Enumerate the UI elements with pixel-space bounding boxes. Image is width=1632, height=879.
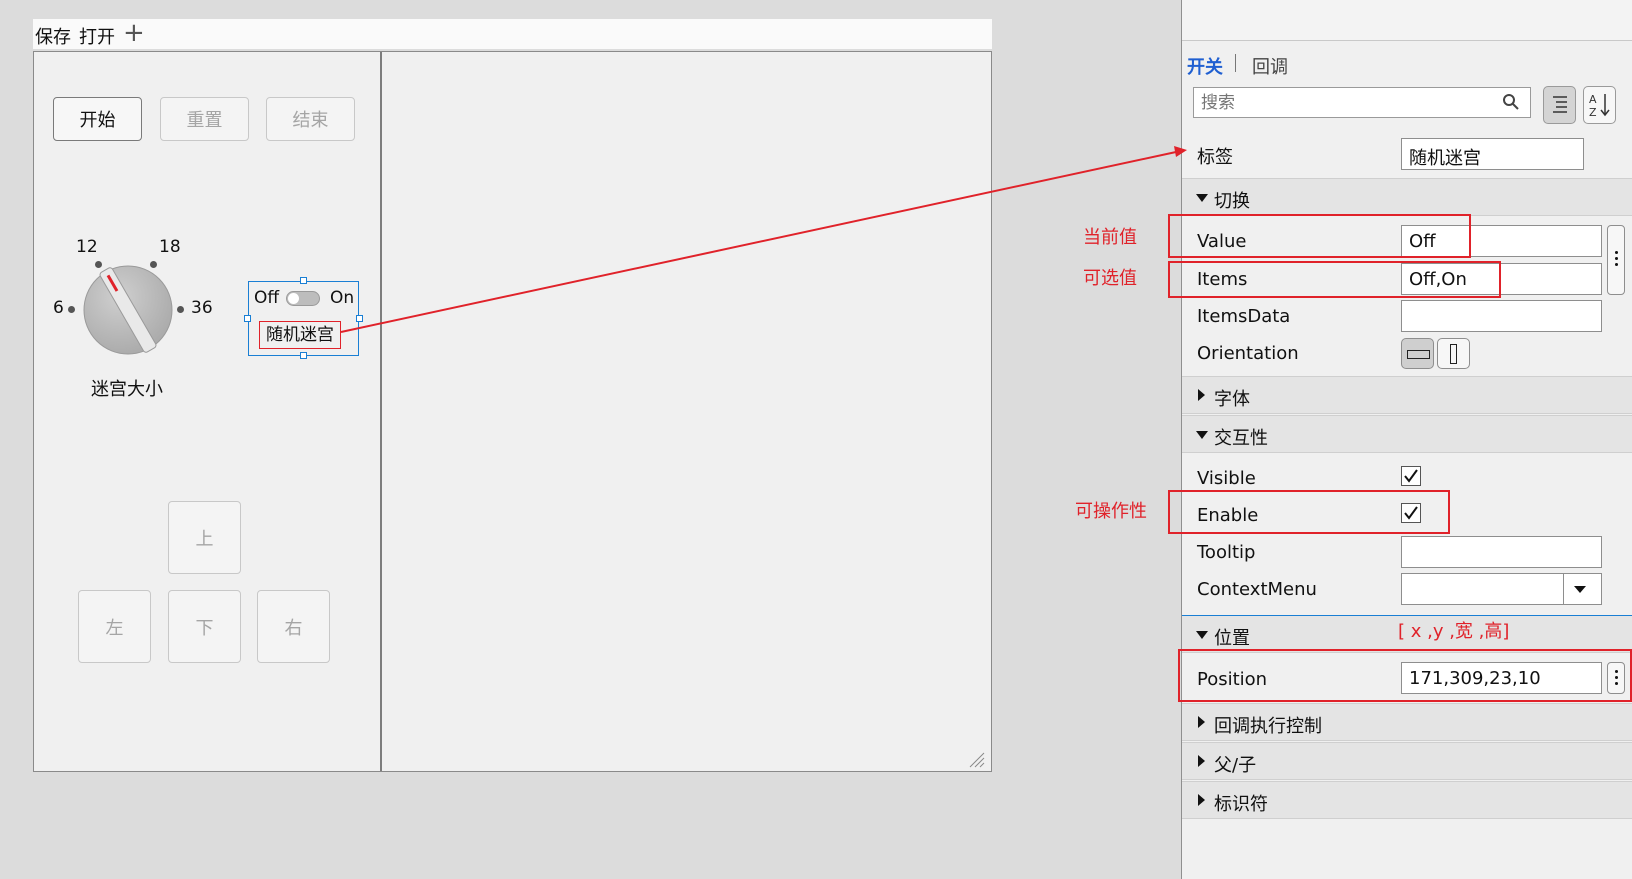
sort-az-button[interactable]: A Z bbox=[1583, 86, 1616, 124]
search-icon[interactable] bbox=[1502, 93, 1520, 111]
section-callback-label: 回调执行控制 bbox=[1214, 716, 1322, 737]
grouped-view-button[interactable] bbox=[1543, 86, 1576, 124]
section-identifier-label: 标识符 bbox=[1214, 794, 1268, 815]
prop-contextmenu: ContextMenu bbox=[1197, 579, 1317, 600]
designer-toolbar: 保存 打开 + bbox=[33, 18, 992, 49]
prop-label-name: 标签 bbox=[1197, 147, 1233, 168]
toggle-switch[interactable] bbox=[286, 291, 320, 306]
resize-handle[interactable] bbox=[300, 277, 307, 284]
section-callback[interactable]: 回调执行控制 bbox=[1182, 703, 1632, 741]
resize-handle[interactable] bbox=[356, 315, 363, 322]
vertical-icon bbox=[1450, 344, 1457, 364]
inspector-header bbox=[1182, 0, 1632, 41]
add-button[interactable]: + bbox=[123, 18, 145, 48]
up-button[interactable]: 上 bbox=[168, 501, 241, 574]
list-grouped-icon bbox=[1553, 96, 1567, 113]
collapse-caret-icon bbox=[1198, 389, 1205, 401]
section-parent-child[interactable]: 父/子 bbox=[1182, 742, 1632, 780]
start-button[interactable]: 开始 bbox=[53, 97, 142, 141]
tab-separator bbox=[1235, 54, 1236, 72]
section-toggle[interactable]: 切换 bbox=[1182, 178, 1632, 216]
sort-az-icon: A Z bbox=[1589, 93, 1610, 119]
annotation-current-value: 当前值 bbox=[1083, 227, 1137, 248]
knob-label-36: 36 bbox=[191, 298, 213, 318]
annotation-box-enable bbox=[1168, 490, 1450, 534]
tooltip-field[interactable] bbox=[1401, 536, 1602, 568]
switch-label: 随机迷宫 bbox=[259, 321, 341, 349]
knob-tick bbox=[177, 306, 184, 313]
itemsdata-field[interactable] bbox=[1401, 300, 1602, 332]
tab-callback[interactable]: 回调 bbox=[1252, 53, 1288, 79]
section-interactivity-label: 交互性 bbox=[1214, 428, 1268, 449]
annotation-box-value bbox=[1168, 214, 1471, 258]
save-button[interactable]: 保存 bbox=[35, 23, 71, 49]
knob-tick bbox=[68, 306, 75, 313]
section-parent-label: 父/子 bbox=[1214, 755, 1257, 776]
annotation-options: 可选值 bbox=[1083, 268, 1137, 289]
section-identifier[interactable]: 标识符 bbox=[1182, 781, 1632, 819]
expand-caret-icon bbox=[1196, 631, 1208, 639]
chevron-down-icon bbox=[1574, 586, 1586, 593]
collapse-caret-icon bbox=[1198, 755, 1205, 767]
items-more-button[interactable] bbox=[1607, 225, 1625, 295]
reset-button[interactable]: 重置 bbox=[160, 97, 249, 141]
annotation-xywh: [ x ,y ,宽 ,高] bbox=[1398, 621, 1510, 642]
prop-visible: Visible bbox=[1197, 468, 1256, 489]
property-search-input[interactable] bbox=[1193, 87, 1531, 118]
expand-caret-icon bbox=[1196, 194, 1208, 202]
knob-label-12: 12 bbox=[76, 237, 98, 257]
section-interactivity[interactable]: 交互性 bbox=[1182, 415, 1632, 453]
knob-label-18: 18 bbox=[159, 237, 181, 257]
collapse-caret-icon bbox=[1198, 794, 1205, 806]
contextmenu-dropdown[interactable] bbox=[1563, 573, 1595, 605]
end-button[interactable]: 结束 bbox=[266, 97, 355, 141]
tab-switch[interactable]: 开关 bbox=[1187, 53, 1223, 79]
switch-on-label: On bbox=[330, 288, 355, 308]
right-button[interactable]: 右 bbox=[257, 590, 330, 663]
orientation-horizontal-button[interactable] bbox=[1401, 338, 1434, 369]
collapse-caret-icon bbox=[1198, 716, 1205, 728]
label-field[interactable]: 随机迷宫 bbox=[1401, 138, 1584, 170]
knob-caption: 迷宫大小 bbox=[91, 379, 163, 400]
prop-tooltip: Tooltip bbox=[1197, 542, 1256, 563]
prop-orientation: Orientation bbox=[1197, 343, 1299, 364]
resize-handle[interactable] bbox=[244, 315, 251, 322]
annotation-operable: 可操作性 bbox=[1075, 501, 1147, 522]
resize-handle[interactable] bbox=[300, 352, 307, 359]
maze-size-knob[interactable] bbox=[80, 262, 176, 358]
knob-label-6: 6 bbox=[53, 298, 64, 318]
prop-itemsdata: ItemsData bbox=[1197, 306, 1291, 327]
section-position-label: 位置 bbox=[1214, 628, 1250, 649]
switch-off-label: Off bbox=[254, 288, 280, 308]
annotation-box-position bbox=[1178, 649, 1632, 702]
svg-text:A: A bbox=[1589, 93, 1597, 106]
annotation-box-items bbox=[1168, 261, 1501, 298]
visible-checkbox[interactable] bbox=[1401, 466, 1421, 486]
section-font[interactable]: 字体 bbox=[1182, 376, 1632, 414]
section-font-label: 字体 bbox=[1214, 389, 1250, 410]
expand-caret-icon bbox=[1196, 431, 1208, 439]
open-button[interactable]: 打开 bbox=[79, 23, 115, 49]
orientation-vertical-button[interactable] bbox=[1437, 338, 1470, 369]
section-toggle-label: 切换 bbox=[1214, 191, 1250, 212]
check-icon bbox=[1404, 469, 1418, 483]
resize-grip-icon[interactable] bbox=[967, 750, 985, 768]
svg-text:Z: Z bbox=[1589, 106, 1597, 119]
down-button[interactable]: 下 bbox=[168, 590, 241, 663]
horizontal-icon bbox=[1407, 350, 1430, 359]
panel-divider[interactable] bbox=[380, 52, 382, 771]
left-button[interactable]: 左 bbox=[78, 590, 151, 663]
toggle-thumb bbox=[288, 293, 299, 304]
design-canvas[interactable] bbox=[33, 51, 992, 772]
